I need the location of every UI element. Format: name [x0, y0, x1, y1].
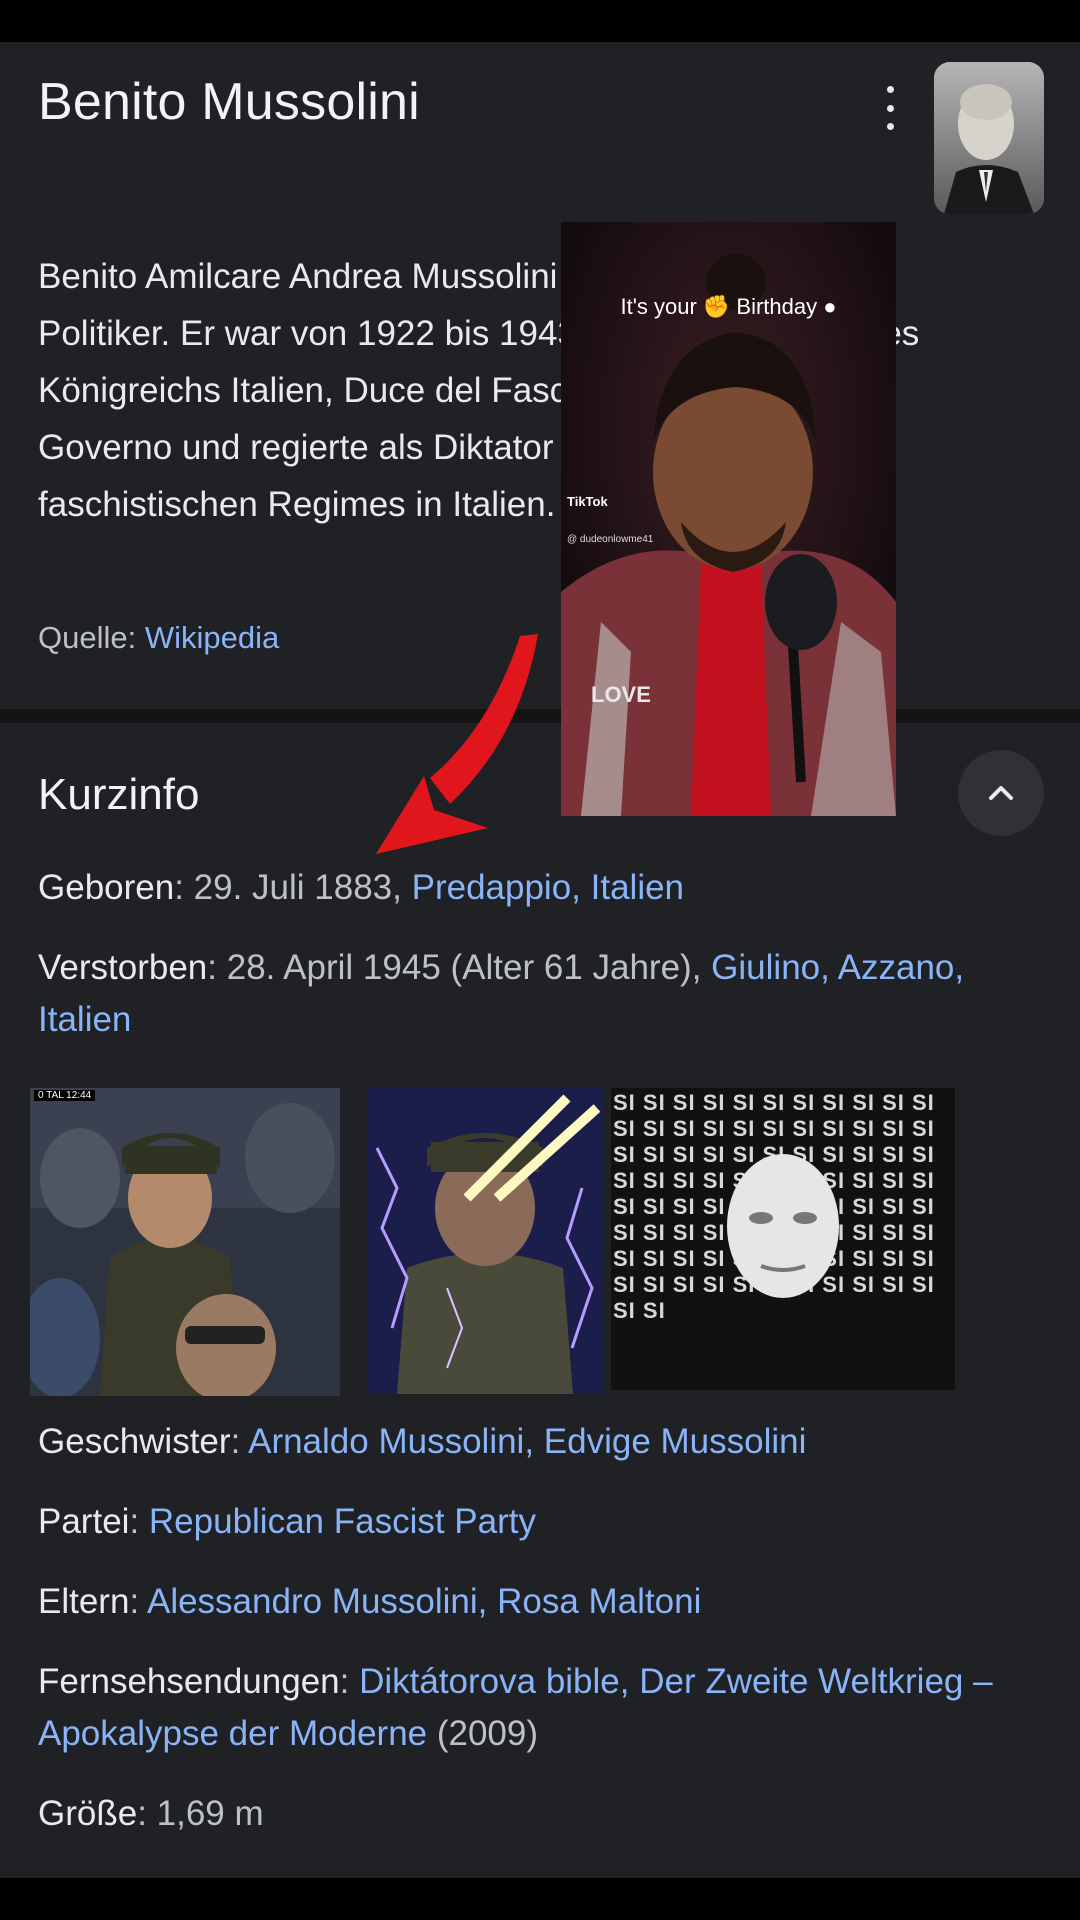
scoreboard-overlay: 0 TAL 12:44 — [34, 1090, 96, 1101]
fact-key: Eltern — [38, 1582, 130, 1621]
fact-key: Geschwister — [38, 1422, 231, 1461]
navigation-bar — [0, 1878, 1080, 1920]
collapse-section-button[interactable] — [958, 750, 1044, 836]
tiktok-logo: TikTok — [567, 494, 608, 509]
fact-link[interactable]: Predappio, Italien — [412, 868, 684, 907]
section-title: Kurzinfo — [38, 770, 200, 819]
red-arrow-annotation — [376, 634, 538, 854]
si-si-mask-image[interactable]: SI SI SI SI SI SI SI SI SI SI SI SI SI S… — [611, 1088, 955, 1390]
fact-party: Partei: Republican Fascist Party — [38, 1496, 1048, 1548]
tiktok-caption: It's your ✊ Birthday ● — [620, 294, 837, 319]
svg-text:LOVE: LOVE — [591, 682, 651, 707]
meme-image-collage: 0 TAL 12:44 SI SI SI SI SI SI SI SI SI S… — [30, 1088, 955, 1396]
fact-suffix: (2009) — [427, 1714, 539, 1753]
fact-value: : 1,69 m — [137, 1794, 264, 1833]
fact-value: : — [129, 1582, 147, 1621]
source-label: Quelle: — [38, 620, 145, 655]
fact-key: Fernsehsendungen — [38, 1662, 340, 1701]
status-bar — [0, 0, 1080, 42]
fact-value: : — [129, 1502, 149, 1541]
lightning-eyes-image[interactable] — [367, 1088, 603, 1394]
chevron-up-icon — [989, 786, 1013, 800]
fact-key: Größe — [38, 1794, 138, 1833]
fact-siblings: Geschwister: Arnaldo Mussolini, Edvige M… — [38, 1416, 1048, 1468]
fact-key: Verstorben — [38, 948, 208, 987]
fact-key: Partei — [38, 1502, 130, 1541]
fact-key: Geboren — [38, 868, 175, 907]
fact-value: : 28. April 1945 (Alter 61 Jahre), — [207, 948, 712, 987]
source-line: Quelle: Wikipedia — [38, 620, 279, 656]
fact-born: Geboren: 29. Juli 1883, Predappio, Itali… — [38, 862, 1048, 914]
entity-title: Benito Mussolini — [38, 73, 420, 131]
fact-parents: Eltern: Alessandro Mussolini, Rosa Malto… — [38, 1576, 1048, 1628]
entity-portrait-image[interactable] — [934, 62, 1044, 214]
fact-value: : — [339, 1662, 360, 1701]
more-options-icon[interactable] — [876, 86, 904, 130]
stadium-crowd-image[interactable]: 0 TAL 12:44 — [30, 1088, 340, 1396]
fact-link[interactable]: Arnaldo Mussolini, Edvige Mussolini — [248, 1422, 806, 1461]
fact-value: : 29. Juli 1883, — [174, 868, 412, 907]
fact-value: : — [230, 1422, 249, 1461]
tiktok-handle: @ dudeonlowme41 — [567, 534, 654, 545]
fact-height: Größe: 1,69 m — [38, 1788, 1048, 1840]
fact-tv-shows: Fernsehsendungen: Diktátorova bible, Der… — [38, 1656, 1048, 1760]
fact-link[interactable]: Republican Fascist Party — [149, 1502, 536, 1541]
fact-link[interactable]: Alessandro Mussolini, Rosa Maltoni — [147, 1582, 701, 1621]
fact-died: Verstorben: 28. April 1945 (Alter 61 Jah… — [38, 942, 1048, 1046]
tiktok-video-overlay[interactable]: LOVE It's your ✊ Birthday ● TikTok @ dud… — [561, 222, 896, 816]
wikipedia-link[interactable]: Wikipedia — [145, 620, 279, 655]
